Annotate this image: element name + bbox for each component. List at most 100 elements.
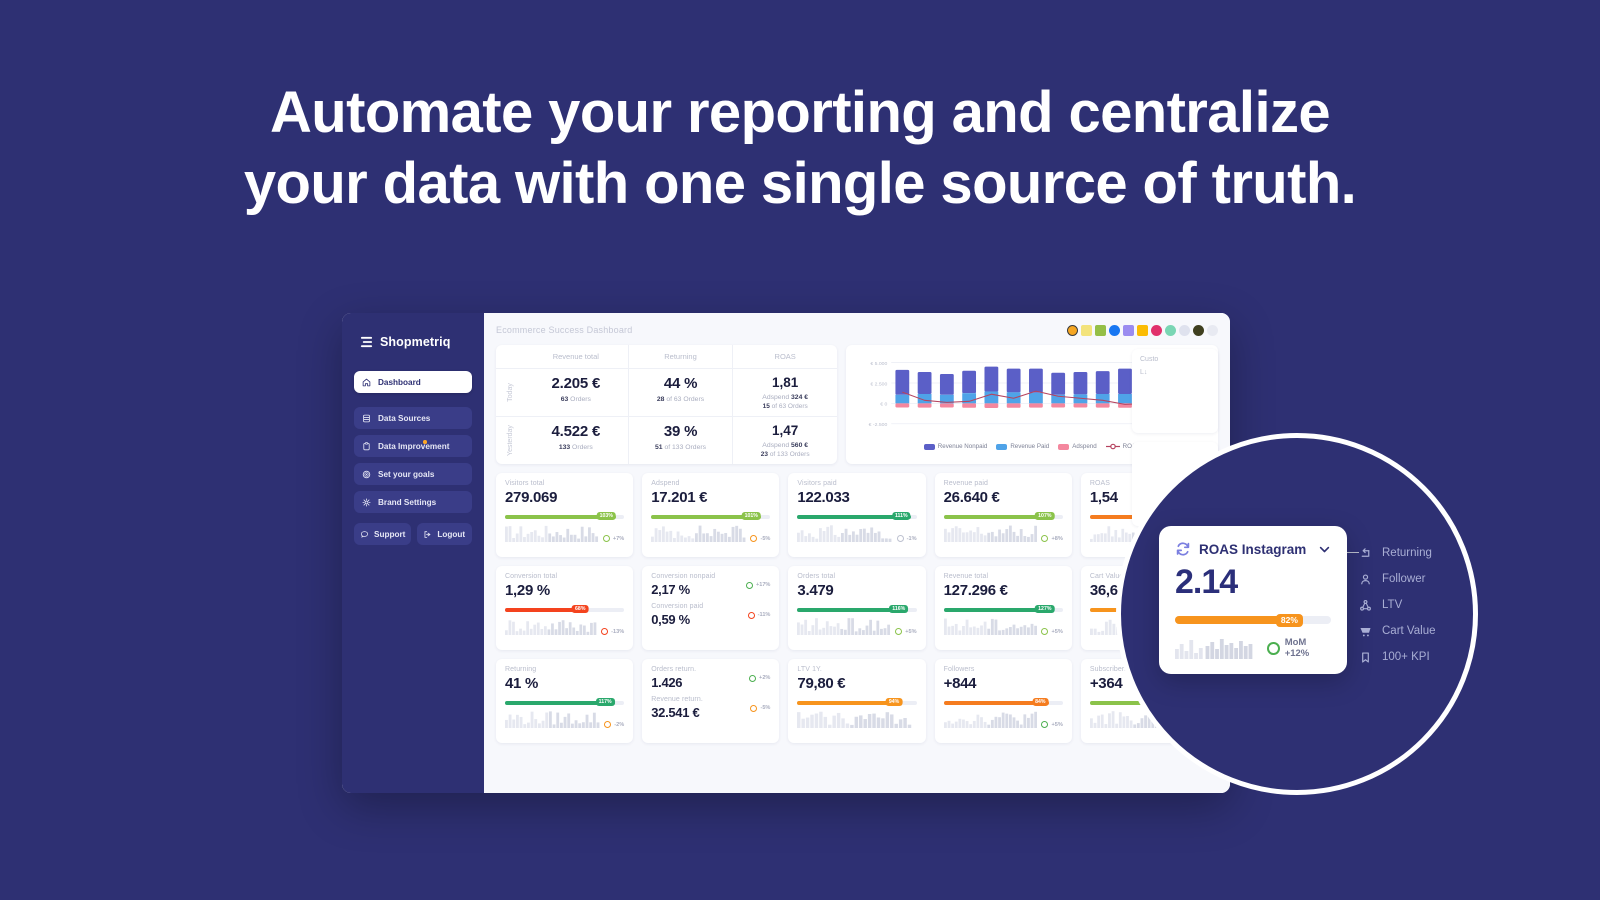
progress-bar: 84% bbox=[943, 698, 1063, 707]
klaviyo-icon[interactable] bbox=[1179, 324, 1190, 336]
kpi-value: 3.479 bbox=[797, 582, 834, 599]
list-item-ltv[interactable]: LTV bbox=[1359, 592, 1473, 618]
sparkline-chart bbox=[943, 525, 1037, 542]
kpi-card-revenue-paid[interactable]: Revenue paid 26.640 € 107% +8% bbox=[934, 473, 1072, 557]
integrations-row bbox=[1067, 324, 1218, 336]
card-title: ROAS Instagram bbox=[1199, 541, 1307, 557]
sidebar-item-set-your-goals[interactable]: Set your goals bbox=[354, 463, 472, 485]
progress-chip: 116% bbox=[889, 605, 909, 614]
cell-revenue-total-yesterday: 4.522 € 133 Orders bbox=[551, 423, 601, 451]
sidebar-item-label: Set your goals bbox=[378, 469, 435, 479]
kpi-value: 32.541 € bbox=[651, 705, 700, 720]
trend-icon bbox=[1041, 721, 1049, 728]
cell-returning-today: 44 % 28 of 63 Orders bbox=[627, 369, 733, 416]
chat-icon bbox=[360, 530, 369, 538]
progress-bar: 103% bbox=[505, 512, 625, 521]
kpi-value: 79,80 € bbox=[797, 675, 846, 692]
kpi-label: Orders total bbox=[797, 573, 836, 580]
kpi-label: Conversion nonpaid bbox=[651, 573, 716, 580]
kpi-card-orders-total[interactable]: Orders total 3.479 116% +5% bbox=[788, 566, 926, 650]
kpi-card-returning[interactable]: Returning 41 % 117% -2% bbox=[496, 659, 634, 743]
kpi-card-visitors-total[interactable]: Visitors total 279.069 103% +7% bbox=[496, 473, 634, 557]
sheets-icon[interactable] bbox=[1081, 324, 1092, 336]
mailchimp-icon[interactable] bbox=[1165, 324, 1176, 336]
logout-button[interactable]: Logout bbox=[417, 523, 472, 545]
list-item-label: Cart Value bbox=[1382, 625, 1436, 637]
trend-icon bbox=[602, 535, 610, 542]
delta-label: +5% bbox=[1051, 628, 1063, 635]
kpi-value: 122.033 bbox=[797, 489, 850, 506]
progress-chip: 117% bbox=[595, 698, 615, 707]
delta-label: +7% bbox=[612, 535, 625, 542]
pinterest-icon[interactable] bbox=[1193, 324, 1204, 336]
kpi-card-adspend[interactable]: Adspend 17.201 € 101% -5% bbox=[642, 473, 780, 557]
kpi-value: 26.640 € bbox=[943, 489, 1000, 506]
headline-line-2: your data with one single source of trut… bbox=[243, 150, 1357, 216]
sidebar-item-label: Data Improvement bbox=[378, 441, 450, 451]
dashboard-window: Shopmetriq Dashboard Data Sources Data I… bbox=[342, 313, 1230, 793]
shopify-icon[interactable] bbox=[1095, 324, 1106, 336]
progress-chip: 84% bbox=[1032, 698, 1049, 707]
chevron-down-icon[interactable] bbox=[1318, 543, 1331, 556]
delta-indicator: +5% bbox=[895, 628, 917, 635]
list-item-follower[interactable]: Follower bbox=[1359, 566, 1473, 592]
list-item-100-plus-kpi[interactable]: 100+ KPI bbox=[1359, 644, 1473, 670]
progress-chip: 107% bbox=[1035, 512, 1055, 521]
support-label: Support bbox=[374, 529, 406, 539]
notification-dot bbox=[423, 440, 427, 444]
legend-swatch bbox=[923, 443, 935, 450]
kpi-card-conversion-nonpaid[interactable]: Conversion nonpaid 2,17 % +17% Conversio… bbox=[642, 566, 780, 650]
clipboard-icon bbox=[363, 441, 370, 450]
brand-name: Shopmetriq bbox=[380, 335, 451, 349]
kpi-footer: -1% bbox=[797, 525, 917, 542]
kpi-card-orders-return[interactable]: Orders return. 1.426 +2% Revenue return.… bbox=[642, 659, 780, 743]
ghost-label: Custo bbox=[1140, 356, 1159, 363]
cart-icon bbox=[1360, 627, 1371, 636]
kpi-card-visitors-paid[interactable]: Visitors paid 122.033 111% -1% bbox=[788, 473, 926, 557]
delta-indicator: +5% bbox=[1041, 628, 1063, 635]
facebook-icon[interactable] bbox=[1109, 324, 1120, 336]
kpi-card-conversion-total[interactable]: Conversion total 1,29 % 68% -13% bbox=[496, 566, 634, 650]
delta-label: -1% bbox=[906, 535, 917, 542]
delta-indicator: -5% bbox=[750, 704, 770, 712]
top-row: Revenue total Returning ROAS Today 2.205… bbox=[496, 345, 1218, 464]
kpi-card-revenue-total[interactable]: Revenue total 127.296 € 127% +5% bbox=[934, 566, 1072, 650]
adwords-icon[interactable] bbox=[1137, 324, 1148, 336]
list-item-returning[interactable]: Returning bbox=[1359, 540, 1473, 566]
kpi-card-followers[interactable]: Followers +844 84% +5% bbox=[934, 659, 1072, 743]
sidebar-item-dashboard[interactable]: Dashboard bbox=[354, 371, 472, 393]
kpi-footer: -2% bbox=[505, 711, 624, 728]
delta-indicator: +7% bbox=[602, 535, 625, 542]
list-item-cart-value[interactable]: Cart Value bbox=[1359, 618, 1473, 644]
kpi-card-ltv-1y[interactable]: LTV 1Y. 79,80 € 94% bbox=[788, 659, 926, 743]
support-button[interactable]: Support bbox=[354, 523, 412, 545]
settings-icon[interactable] bbox=[1207, 324, 1218, 336]
sparkline-chart bbox=[943, 711, 1037, 728]
kpi-label: Revenue total bbox=[943, 573, 989, 580]
progress-bar: 68% bbox=[505, 605, 625, 614]
legend-swatch bbox=[1058, 443, 1070, 450]
svg-text:€ 0: € 0 bbox=[880, 402, 887, 408]
kpi-feature-list: Returning Follower LTV Cart Value 100+ K… bbox=[1359, 540, 1473, 670]
analytics-icon[interactable] bbox=[1067, 324, 1078, 336]
delta-label: -13% bbox=[611, 628, 625, 635]
table-header-row: Revenue total Returning ROAS bbox=[496, 345, 837, 368]
sparkline-chart bbox=[943, 618, 1037, 635]
amazon-icon[interactable] bbox=[1123, 324, 1134, 336]
sidebar-item-data-improvement[interactable]: Data Improvement bbox=[354, 435, 472, 457]
kpi-row: Conversion total 1,29 % 68% -13% Convers… bbox=[496, 566, 1219, 650]
trend-icon bbox=[604, 721, 612, 728]
person-icon bbox=[1361, 573, 1370, 584]
kpi-secondary: Revenue return. 32.541 € -5% bbox=[651, 696, 770, 720]
kpi-label: Revenue return. bbox=[651, 696, 703, 703]
instagram-icon[interactable] bbox=[1151, 324, 1162, 336]
table-corner-cell bbox=[496, 345, 524, 368]
kpi-label: Followers bbox=[943, 666, 975, 673]
logo-icon bbox=[360, 336, 373, 348]
sidebar-item-data-sources[interactable]: Data Sources bbox=[354, 407, 472, 429]
progress-chip: 68% bbox=[572, 605, 589, 614]
sparkline-chart bbox=[505, 525, 599, 542]
sidebar-item-brand-settings[interactable]: Brand Settings bbox=[354, 491, 472, 513]
kpi-primary: Conversion nonpaid 2,17 % +17% bbox=[651, 573, 770, 597]
delta-label: -2% bbox=[614, 721, 625, 728]
